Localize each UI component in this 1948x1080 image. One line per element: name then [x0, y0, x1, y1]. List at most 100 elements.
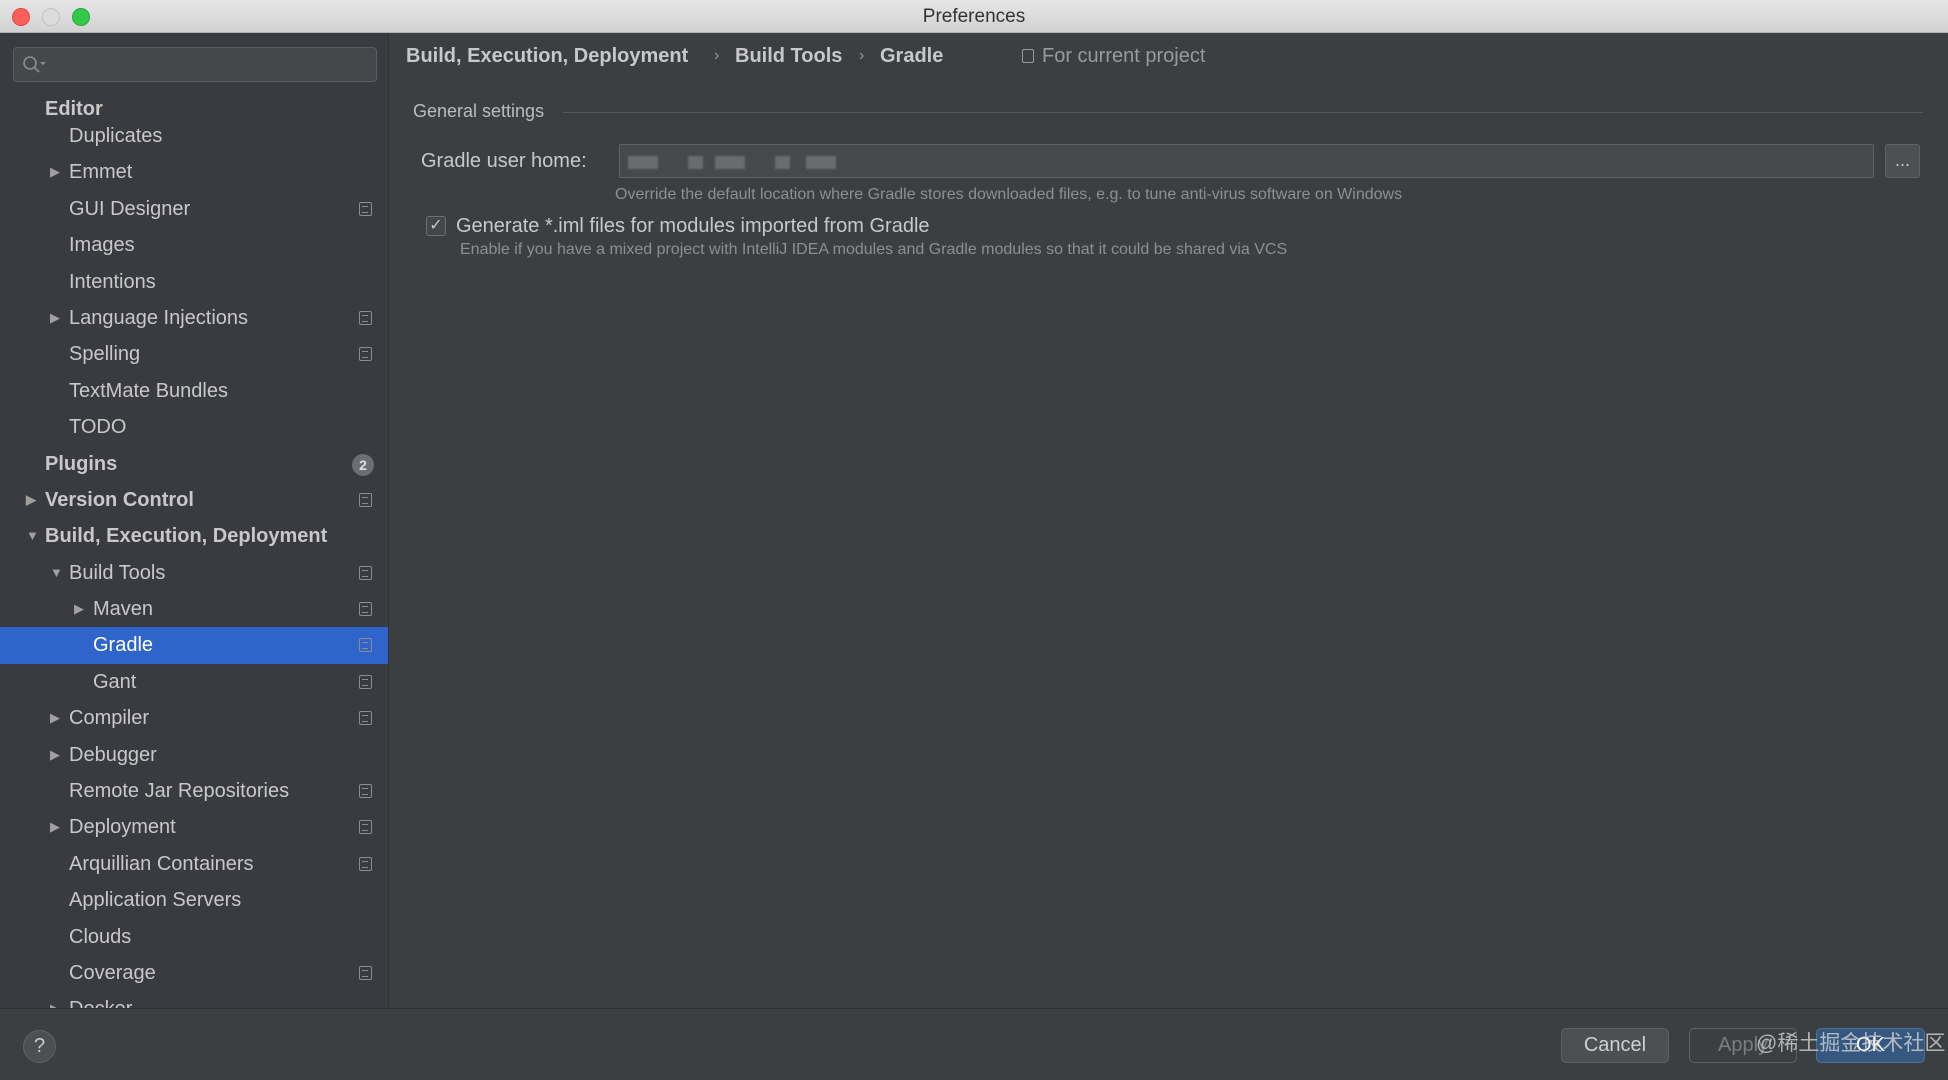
sidebar-item-label: Language Injections [69, 306, 249, 329]
generate-iml-hint: Enable if you have a mixed project with … [460, 241, 1288, 258]
maximize-window-button[interactable] [72, 8, 90, 26]
gradle-home-input[interactable] [619, 144, 1874, 178]
breadcrumb-item: Gradle [880, 45, 944, 67]
sidebar-item-intentions[interactable]: Intentions [0, 264, 388, 300]
sidebar-item-arquillian-containers[interactable]: Arquillian Containers [0, 846, 388, 882]
generate-iml-label[interactable]: Generate *.iml files for modules importe… [456, 215, 930, 238]
sidebar-item-version-control[interactable]: ▶ Version Control [0, 482, 388, 518]
sidebar-item-duplicates[interactable]: Duplicates [0, 118, 388, 154]
section-title: General settings [413, 101, 545, 121]
sidebar-item-label: Coverage [69, 961, 156, 984]
sidebar-item-label: Images [69, 234, 135, 257]
sidebar-item-label: Spelling [69, 343, 141, 366]
sidebar-item-plugins[interactable]: Plugins 2 [0, 446, 388, 482]
collapsed-arrow-icon[interactable]: ▶ [50, 700, 60, 736]
collapsed-arrow-icon[interactable]: ▶ [50, 300, 60, 336]
sidebar-item-label: Compiler [69, 707, 150, 730]
sidebar-item-label: Intentions [69, 270, 156, 293]
settings-search-input[interactable] [13, 47, 377, 82]
sidebar-item-maven[interactable]: ▶ Maven [0, 591, 388, 627]
sidebar-item-label: Gant [93, 670, 137, 693]
minimize-window-button[interactable] [42, 8, 60, 26]
collapsed-arrow-icon[interactable]: ▶ [50, 737, 60, 773]
sidebar-item-remote-jar-repositories[interactable]: Remote Jar Repositories [0, 773, 388, 809]
sidebar-item-label: Arquillian Containers [69, 852, 254, 875]
sidebar-item-label: Maven [93, 598, 154, 621]
project-scope-icon [359, 856, 372, 871]
sidebar-item-build-tools[interactable]: ▼ Build Tools [0, 555, 388, 591]
sidebar-item-label: Application Servers [69, 889, 242, 912]
settings-sidebar: Editor Duplicates ▶ Emmet GUI Designer Images… [0, 33, 389, 1008]
gradle-home-label: Gradle user home: [421, 150, 587, 172]
sidebar-item-label: Plugins [45, 452, 118, 475]
sidebar-item-label: Gradle [93, 634, 154, 657]
project-scope-icon [359, 602, 372, 617]
sidebar-item-editor[interactable]: Editor [0, 98, 388, 120]
close-window-button[interactable] [12, 8, 30, 26]
search-icon [23, 56, 46, 73]
sidebar-item-coverage[interactable]: Coverage [0, 955, 388, 991]
project-scope-icon [359, 965, 372, 980]
breadcrumb-item[interactable]: Build Tools [735, 45, 842, 68]
cancel-button[interactable]: Cancel [1561, 1028, 1669, 1063]
sidebar-item-todo[interactable]: TODO [0, 409, 388, 445]
sidebar-item-label: TODO [69, 416, 127, 439]
sidebar-item-label: Editor [45, 98, 103, 120]
redacted-path [715, 156, 745, 169]
sidebar-item-label: Build, Execution, Deployment [45, 525, 328, 548]
redacted-path [628, 156, 658, 169]
breadcrumb-item[interactable]: Build, Execution, Deployment [406, 45, 688, 68]
watermark: @稀土掘金技术社区 [1756, 1032, 1946, 1055]
gradle-settings-panel: Build, Execution, Deployment › Build Too… [390, 33, 1948, 1008]
project-scope-icon [359, 201, 372, 216]
sidebar-item-label: Duplicates [69, 125, 163, 147]
project-scope-icon [359, 784, 372, 799]
dialog-footer: ? Cancel Apply OK @稀土掘金技术社区 [0, 1008, 1948, 1080]
help-button[interactable]: ? [23, 1030, 56, 1063]
sidebar-item-deployment[interactable]: ▶ Deployment [0, 809, 388, 845]
sidebar-item-textmate-bundles[interactable]: TextMate Bundles [0, 373, 388, 409]
project-scope-icon [359, 638, 372, 653]
collapsed-arrow-icon[interactable]: ▶ [50, 991, 60, 1008]
breadcrumb-separator: › [714, 47, 720, 64]
sidebar-item-spelling[interactable]: Spelling [0, 336, 388, 372]
sidebar-item-label: Emmet [69, 161, 133, 184]
sidebar-item-label: Version Control [45, 488, 194, 511]
sidebar-item-label: Clouds [69, 925, 132, 948]
sidebar-item-label: Remote Jar Repositories [69, 780, 290, 803]
collapsed-arrow-icon[interactable]: ▶ [74, 591, 84, 627]
sidebar-item-docker[interactable]: ▶ Docker [0, 991, 388, 1008]
expanded-arrow-icon[interactable]: ▼ [26, 518, 39, 554]
project-scope-icon [359, 820, 372, 835]
project-scope-icon [359, 492, 372, 507]
expanded-arrow-icon[interactable]: ▼ [50, 555, 63, 591]
plugins-update-badge: 2 [352, 453, 374, 476]
sidebar-item-build-execution-deployment[interactable]: ▼ Build, Execution, Deployment [0, 518, 388, 554]
title-bar: Preferences [0, 0, 1948, 33]
redacted-path [775, 156, 790, 169]
sidebar-item-clouds[interactable]: Clouds [0, 919, 388, 955]
sidebar-item-gant[interactable]: Gant [0, 664, 388, 700]
sidebar-item-debugger[interactable]: ▶ Debugger [0, 737, 388, 773]
sidebar-item-language-injections[interactable]: ▶ Language Injections [0, 300, 388, 336]
scope-label: For current project [1042, 45, 1206, 67]
sidebar-item-gui-designer[interactable]: GUI Designer [0, 191, 388, 227]
sidebar-item-images[interactable]: Images [0, 227, 388, 263]
browse-button[interactable]: ... [1885, 144, 1920, 178]
collapsed-arrow-icon[interactable]: ▶ [26, 482, 36, 518]
sidebar-item-application-servers[interactable]: Application Servers [0, 882, 388, 918]
sidebar-item-label: Deployment [69, 816, 176, 839]
breadcrumb-separator: › [859, 47, 865, 64]
sidebar-item-label: Docker [69, 991, 132, 1008]
project-scope-icon [359, 310, 372, 325]
redacted-path [688, 156, 703, 169]
sidebar-item-label: TextMate Bundles [69, 379, 228, 402]
collapsed-arrow-icon[interactable]: ▶ [50, 154, 60, 190]
sidebar-item-emmet[interactable]: ▶ Emmet [0, 154, 388, 190]
generate-iml-checkbox[interactable]: ✓ [426, 216, 446, 236]
project-scope-icon [359, 565, 372, 580]
sidebar-item-compiler[interactable]: ▶ Compiler [0, 700, 388, 736]
window-title: Preferences [922, 6, 1026, 27]
collapsed-arrow-icon[interactable]: ▶ [50, 809, 60, 845]
sidebar-item-gradle[interactable]: Gradle [0, 627, 388, 664]
